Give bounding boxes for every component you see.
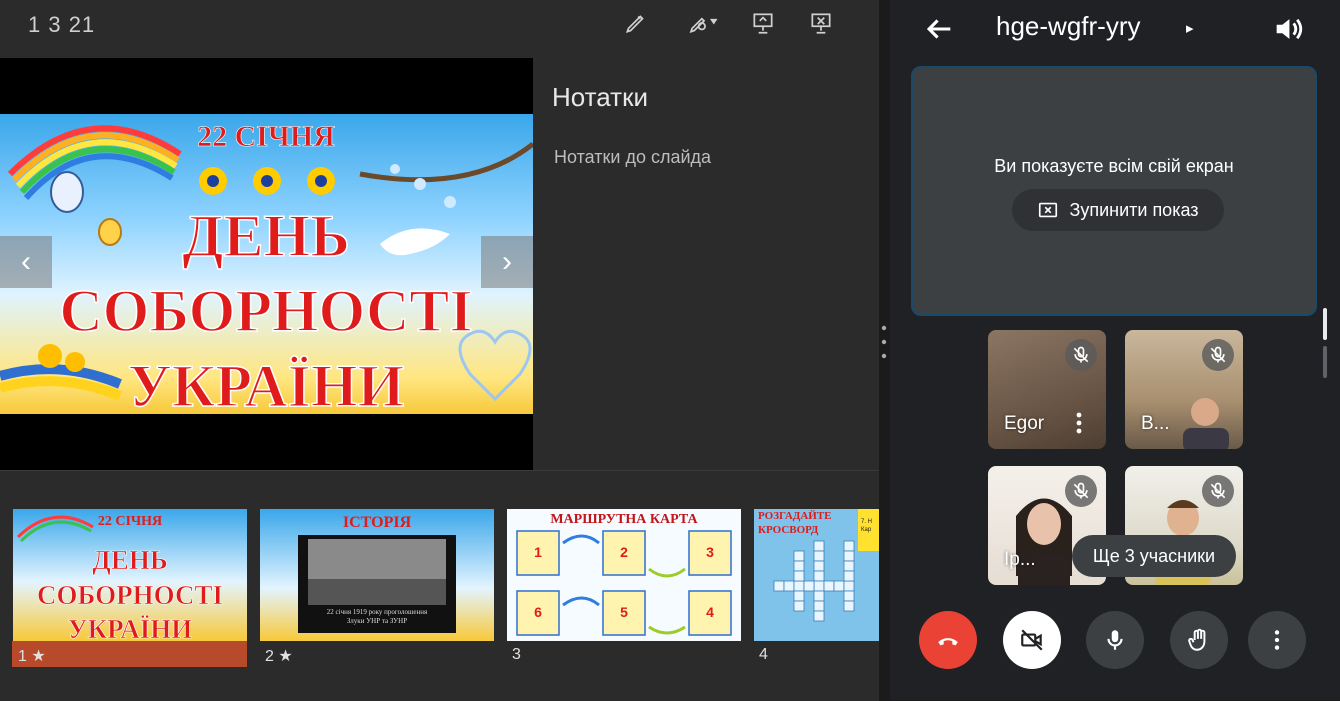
more-participants-pill[interactable]: Ще 3 учасники	[1072, 535, 1236, 577]
participant-name: Egor	[1004, 413, 1045, 434]
meeting-info-caret-icon[interactable]: ▸	[1186, 19, 1194, 37]
notes-text[interactable]: Нотатки до слайда	[554, 147, 711, 168]
current-slide-area: 22 СІЧНЯ ДЕНЬ СОБОРНОСТІ УКРАЇНИ ‹ ›	[0, 58, 533, 470]
thumb1-line2: СОБОРНОСТІ	[37, 580, 223, 610]
previous-slide-button[interactable]: ‹	[0, 236, 52, 288]
speaker-volume-icon[interactable]	[1271, 12, 1305, 46]
participant-more-icon[interactable]	[1074, 411, 1084, 435]
thumb3-step-5: 5	[620, 604, 628, 620]
stop-sharing-button[interactable]: Зупинити показ	[1012, 189, 1224, 231]
thumb4-side-2: Кар	[861, 527, 872, 533]
thumb1-line3: УКРАЇНИ	[68, 614, 192, 641]
slide-title-line3: УКРАЇНИ	[128, 353, 405, 414]
mic-off-icon	[1065, 475, 1097, 507]
split-view-handle[interactable]	[880, 322, 888, 362]
meeting-code[interactable]: hge-wgfr-yry	[996, 11, 1140, 42]
thumb4-title-2: КРОСВОРД	[758, 524, 819, 536]
presentation-icon[interactable]	[746, 6, 780, 40]
screen-share-card: Ви показуєте всім свій екран Зупинити по…	[911, 66, 1317, 316]
mic-off-icon	[1202, 475, 1234, 507]
microphone-icon	[1107, 630, 1123, 650]
mic-off-icon	[1065, 339, 1097, 371]
thumb3-step-4: 4	[706, 604, 714, 620]
thumb2-number: 2 ★	[265, 648, 293, 665]
thumb3-step-2: 2	[620, 544, 628, 560]
mic-off-icon	[1202, 339, 1234, 371]
slides-presenter: 1 3 21 22 СІЧНЯ ДЕНЬ СОБОРНОСТІ УКРАЇНИ …	[0, 0, 879, 701]
thumb4-title-1: РОЗГАДАЙТЕ	[758, 510, 832, 522]
participant-name: Ір...	[1004, 549, 1036, 570]
thumb3-step-1: 1	[534, 544, 542, 560]
end-call-button[interactable]	[919, 611, 977, 669]
current-slide: 22 СІЧНЯ ДЕНЬ СОБОРНОСТІ УКРАЇНИ	[0, 114, 533, 414]
thumb4-side-1: 7. Н	[861, 519, 872, 525]
presenter-toolbar: 1 3 21	[0, 0, 879, 58]
camera-toggle-button[interactable]	[1003, 611, 1061, 669]
participant-tile-egor[interactable]: Egor	[988, 330, 1106, 449]
slide-thumbnail-1[interactable]: 22 СІЧНЯ ДЕНЬ СОБОРНОСТІ УКРАЇНИ	[13, 509, 247, 641]
slide-counter: 1 3 21	[28, 12, 96, 37]
slide-thumbnail-3[interactable]: МАРШРУТНА КАРТА 1 2 3 6 5 4	[507, 509, 741, 641]
selected-slide-highlight	[12, 641, 247, 667]
phone-hangup-icon	[938, 638, 958, 646]
thumb1-date: 22 СІЧНЯ	[98, 514, 162, 529]
thumb2-caption-1: 22 січня 1919 року проголошення	[327, 608, 428, 616]
more-options-button[interactable]	[1248, 611, 1306, 669]
participant-tile-v[interactable]: В...	[1125, 330, 1243, 449]
more-vertical-icon	[1274, 630, 1280, 650]
thumb2-title: ІСТОРІЯ	[343, 514, 412, 531]
thumb3-title: МАРШРУТНА КАРТА	[550, 512, 698, 527]
thumb3-number: 3	[512, 646, 521, 663]
slide-title-line1: ДЕНЬ	[182, 203, 350, 269]
microphone-button[interactable]	[1086, 611, 1144, 669]
notes-title: Нотатки	[552, 82, 648, 112]
stop-sharing-label: Зупинити показ	[1069, 199, 1199, 220]
slide-thumbnail-4[interactable]: РОЗГАДАЙТЕ КРОСВОРД 7. Н Кар	[754, 509, 879, 641]
chevron-right-icon: ›	[502, 245, 512, 278]
participants-scrollbar[interactable]	[1323, 308, 1327, 378]
thumb1-number: 1 ★	[18, 648, 46, 665]
meet-panel: hge-wgfr-yry ▸ Ви показуєте всім свій ек…	[890, 0, 1340, 700]
stop-presentation-icon[interactable]	[804, 6, 838, 40]
slide-thumbnail-2[interactable]: ІСТОРІЯ 22 січня 1919 року проголошення …	[260, 509, 494, 641]
thumb1-line1: ДЕНЬ	[92, 545, 167, 575]
meet-header: hge-wgfr-yry ▸	[890, 0, 1340, 58]
thumb2-caption-2: Злуки УНР та ЗУНР	[347, 617, 407, 625]
thumb4-number: 4	[759, 646, 768, 663]
slide-date-text: 22 СІЧНЯ	[197, 120, 335, 153]
thumb3-step-3: 3	[706, 544, 714, 560]
next-slide-button[interactable]: ›	[481, 236, 533, 288]
participant-name: В...	[1141, 413, 1170, 434]
back-arrow-icon[interactable]	[922, 12, 956, 46]
raise-hand-button[interactable]	[1170, 611, 1228, 669]
slide-filmstrip: 22 СІЧНЯ ДЕНЬ СОБОРНОСТІ УКРАЇНИ 1 ★ ІСТ…	[0, 470, 879, 701]
thumb3-step-6: 6	[534, 604, 542, 620]
stop-screen-share-icon	[1039, 202, 1058, 218]
share-status-text: Ви показуєте всім свій екран	[994, 156, 1234, 176]
pen-icon[interactable]	[619, 6, 653, 40]
speaker-notes-panel: Нотатки Нотатки до слайда	[533, 58, 879, 470]
camera-off-icon	[1021, 629, 1043, 651]
laser-pointer-icon[interactable]	[680, 6, 728, 40]
chevron-left-icon: ‹	[21, 245, 31, 278]
raise-hand-icon	[1188, 628, 1206, 651]
slide-title-line2: СОБОРНОСТІ	[59, 278, 472, 344]
